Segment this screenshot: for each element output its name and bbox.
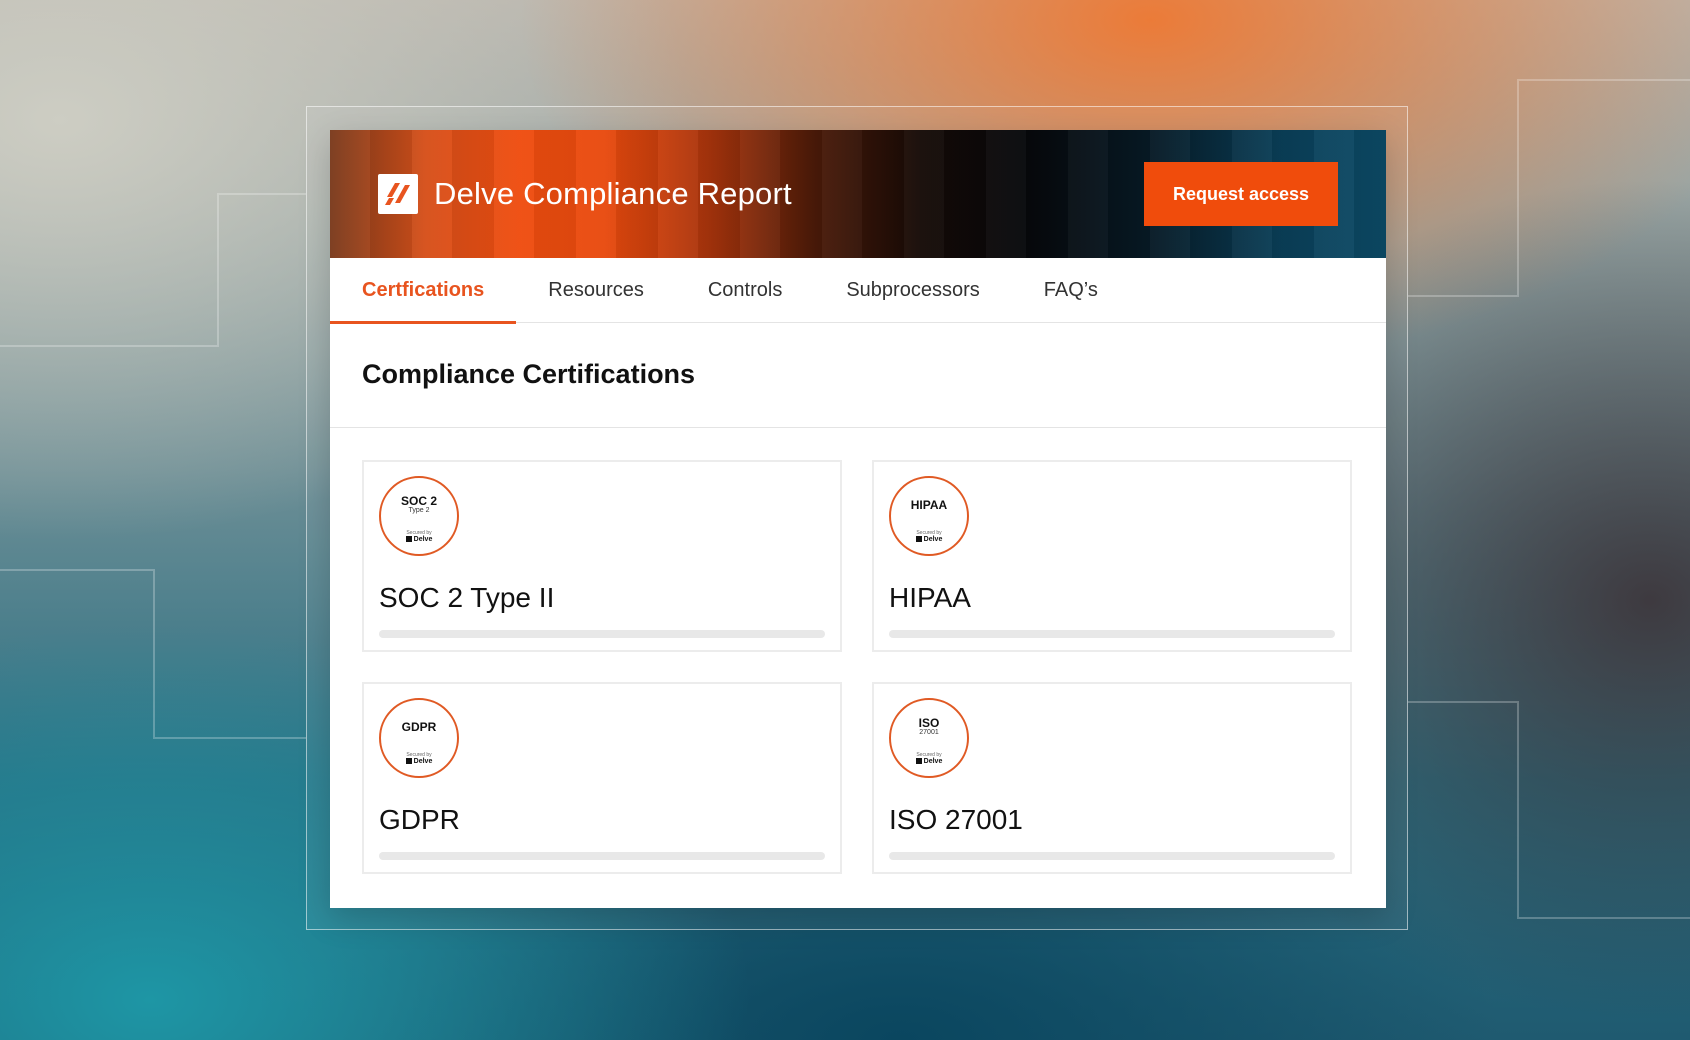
report-header: Delve Compliance Report Request access <box>330 130 1386 258</box>
certification-card-hipaa[interactable]: HIPAA Secured by Delve HIPAA <box>872 460 1352 652</box>
gdpr-badge-icon: GDPR Secured by Delve <box>379 698 459 778</box>
page-title: Delve Compliance Report <box>434 176 792 211</box>
brand: Delve Compliance Report <box>378 174 792 214</box>
delve-mini-icon <box>915 758 922 764</box>
tab-resources[interactable]: Resources <box>548 258 644 322</box>
certification-progress-bar <box>379 852 825 860</box>
delve-mini-icon <box>405 758 412 764</box>
certification-name: SOC 2 Type II <box>379 582 555 613</box>
delve-mini-icon <box>405 536 412 542</box>
certification-card-soc2[interactable]: SOC 2 Type 2 Secured by Delve SOC 2 Type… <box>362 460 842 652</box>
certification-name: HIPAA <box>889 582 971 613</box>
soc2-badge-icon: SOC 2 Type 2 Secured by Delve <box>379 476 459 556</box>
certification-progress-bar <box>889 852 1335 860</box>
certification-name: GDPR <box>379 804 460 835</box>
certification-name: ISO 27001 <box>889 804 1023 835</box>
section-title: Compliance Certifications <box>362 359 696 389</box>
tab-certifications[interactable]: Certfications <box>329 258 517 324</box>
tab-subprocessors[interactable]: Subprocessors <box>846 258 979 322</box>
tab-bar: Certfications Resources Controls Subproc… <box>329 258 1386 324</box>
iso27001-badge-icon: ISO 27001 Secured by Delve <box>889 698 969 778</box>
section-header: Compliance Certifications <box>330 323 1386 428</box>
tab-faqs[interactable]: FAQ’s <box>1044 258 1098 322</box>
certification-progress-bar <box>379 630 825 638</box>
certification-card-gdpr[interactable]: GDPR Secured by Delve GDPR <box>362 682 842 874</box>
delve-mini-icon <box>915 536 922 542</box>
hipaa-badge-icon: HIPAA Secured by Delve <box>889 476 969 556</box>
certification-progress-bar <box>889 630 1335 638</box>
delve-logo-icon <box>378 174 418 214</box>
tab-controls[interactable]: Controls <box>708 258 782 322</box>
certification-card-iso27001[interactable]: ISO 27001 Secured by Delve ISO 27001 <box>872 682 1352 874</box>
request-access-button[interactable]: Request access <box>1144 162 1338 226</box>
